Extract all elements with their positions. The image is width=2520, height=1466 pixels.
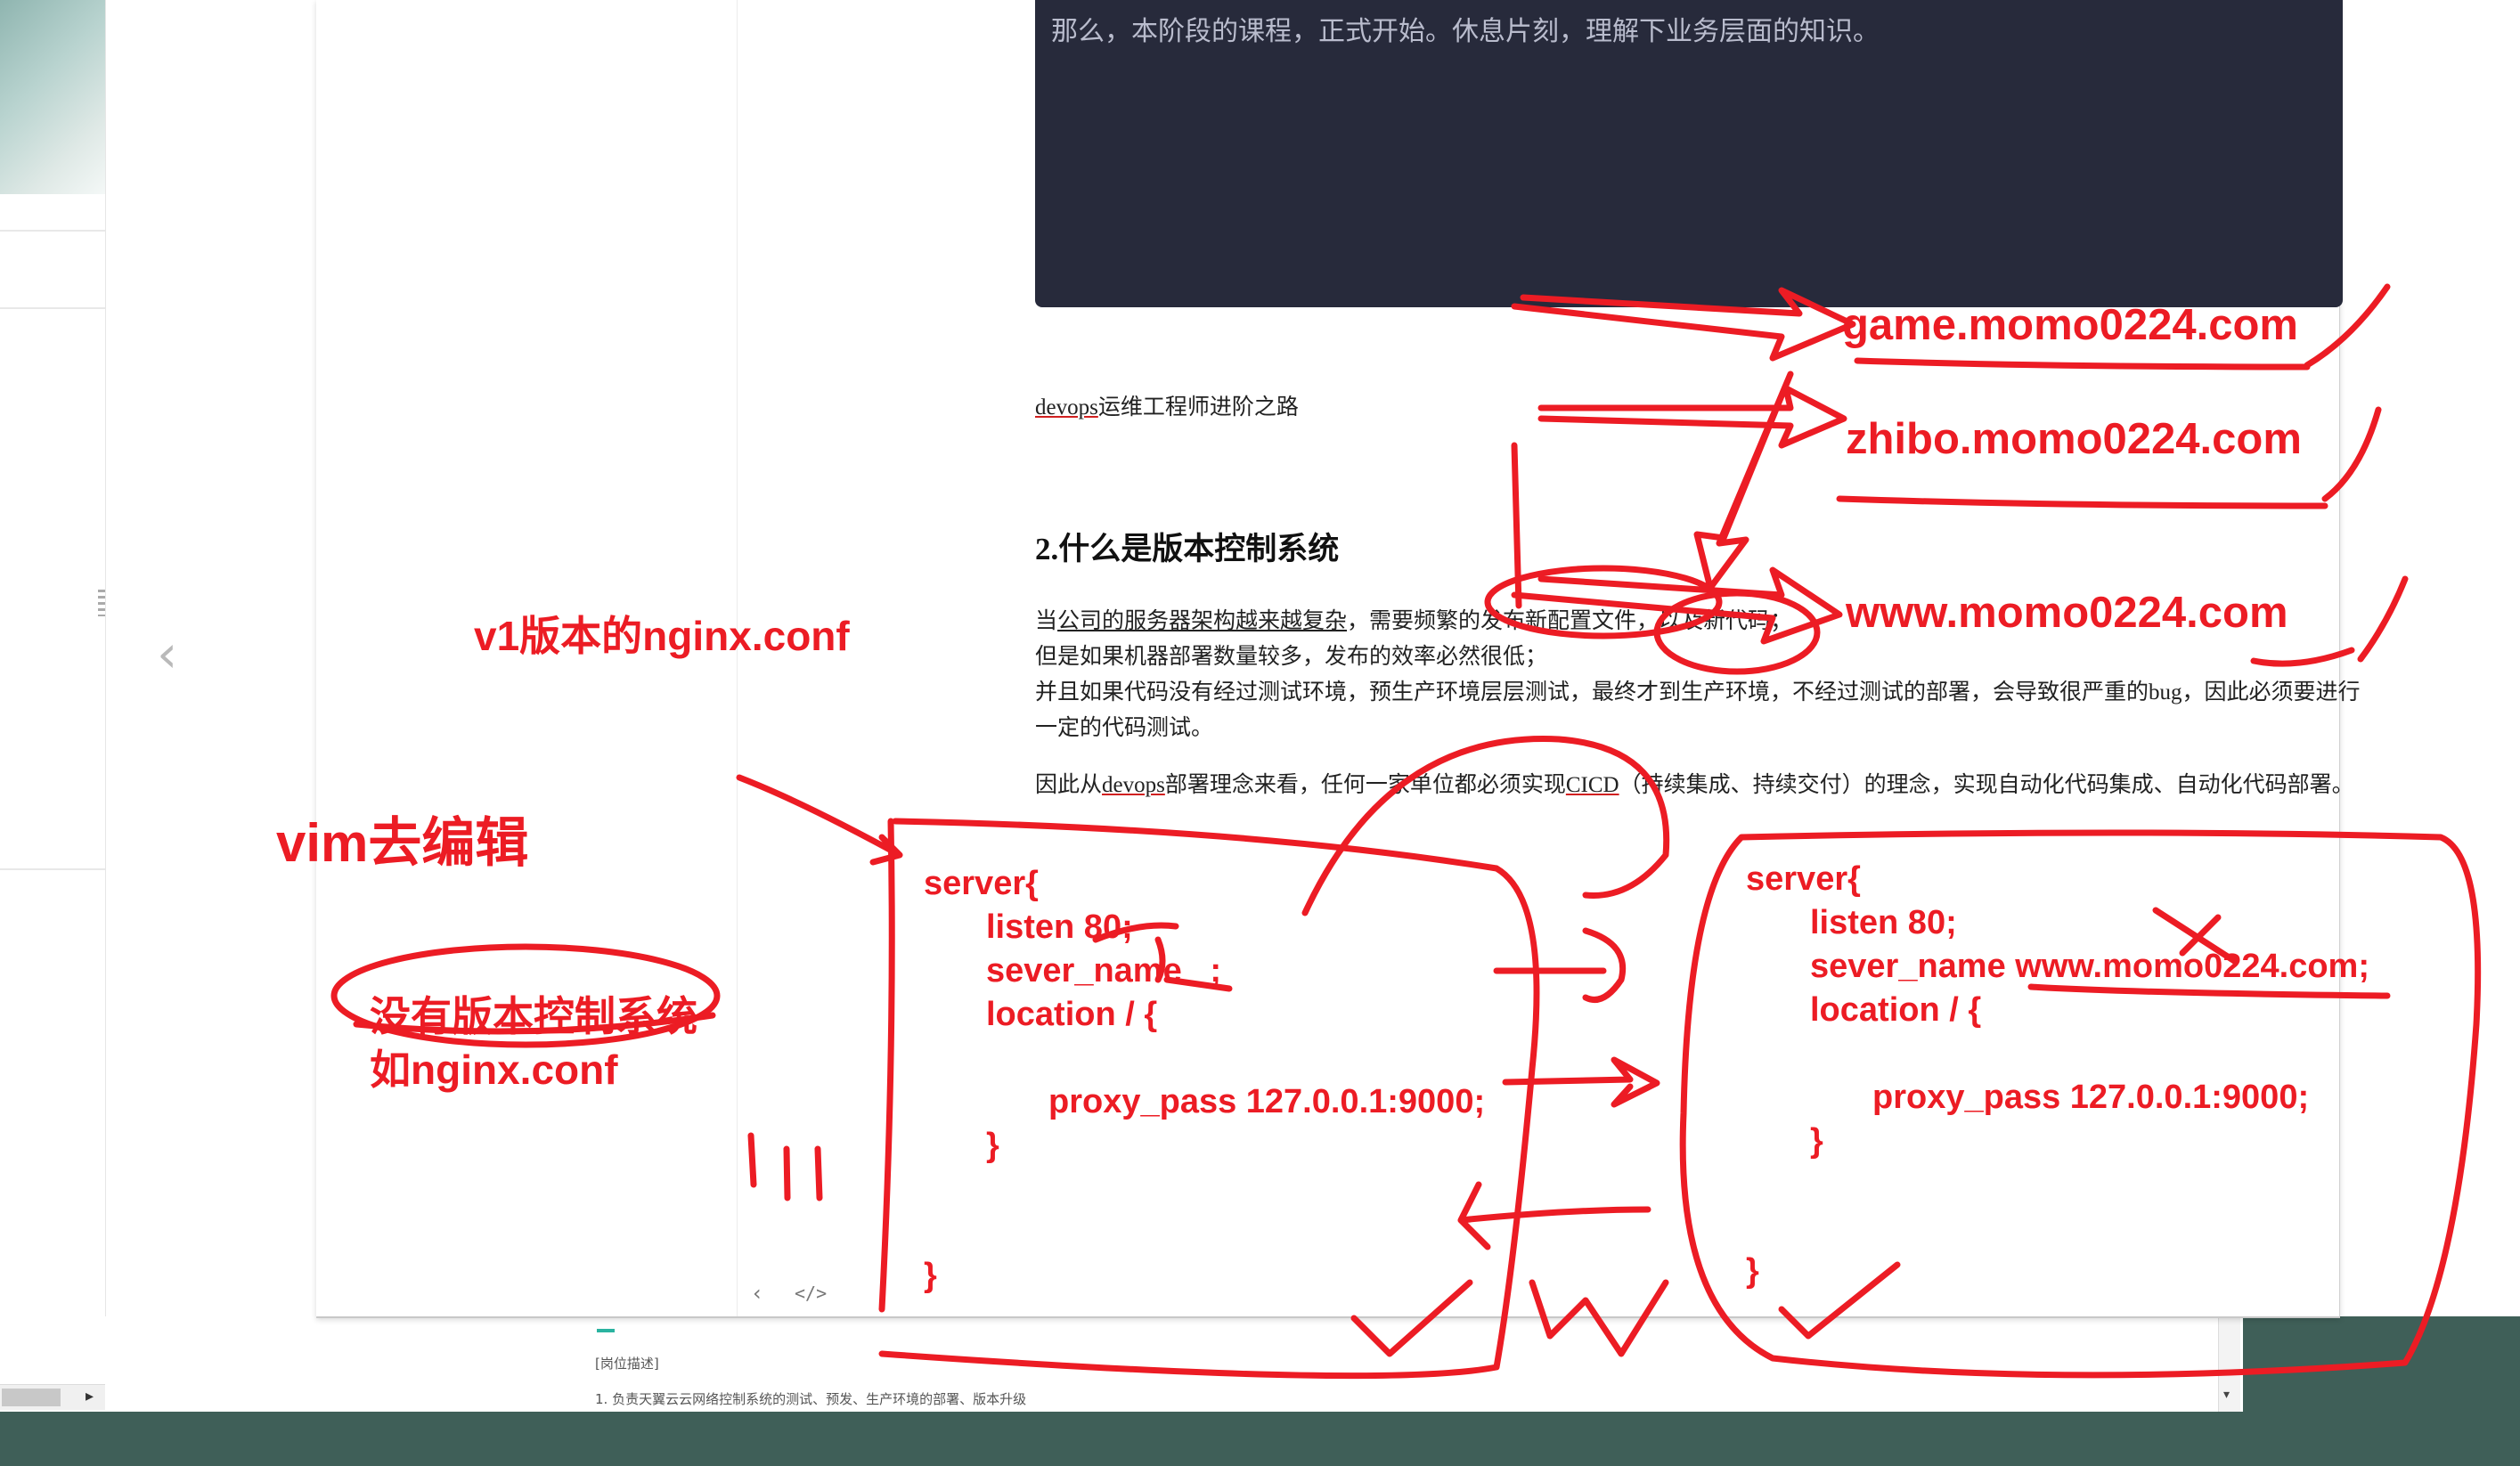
resize-grip-icon[interactable] [98,590,105,616]
scrollbar-thumb[interactable] [2,1389,61,1406]
left-conf-line: server{ [924,865,1039,902]
left-conf-line: sever_name _; [986,952,1222,990]
right-conf-line: } [1810,1122,1823,1160]
accent-bar [597,1329,615,1332]
paragraph-1-underlined: 公司的服务器架构越来越复杂 [1057,609,1348,633]
desktop-background [2243,1316,2520,1414]
job-description-label: [岗位描述] [595,1356,659,1372]
left-thumbnail-image[interactable] [0,0,105,194]
paragraph-4-seg: （持续集成、持续交付）的理念，实现自动化代码集成、自动化代码部署。 [1619,773,2354,797]
devops-line: devops运维工程师进阶之路 [1035,389,1299,421]
left-conf-line: } [924,1257,937,1294]
quote-text: 那么，本阶段的课程，正式开始。休息片刻，理解下业务层面的知识。 [1051,16,1880,47]
job-description-item: 1. 负责天翼云云网络控制系统的测试、预发、生产环境的部署、版本升级 [595,1391,1027,1407]
v1-nginx-conf-label: v1版本的nginx.conf [474,613,850,659]
left-conf-line: listen 80; [986,908,1133,946]
left-conf-line: proxy_pass 127.0.0.1:9000; [1048,1083,1486,1120]
desktop-background [0,1412,2520,1466]
devops-word: devops [1102,773,1165,797]
domain-label-zhibo: zhibo.momo0224.com [1846,415,2302,463]
paragraph-1-seg: 当 [1035,609,1058,633]
paragraph-4: 因此从devops部署理念来看，任何一家单位都必须实现CICD（持续集成、持续交… [1035,767,2354,799]
vim-edit-label: vim去编辑 [276,813,529,873]
paragraph-3-cont: 一定的代码测试。 [1035,716,1214,740]
left-divider [0,868,105,870]
background-page: [岗位描述] 1. 负责天翼云云网络控制系统的测试、预发、生产环境的部署、版本升… [105,1316,2243,1414]
left-divider [0,230,105,232]
paragraph-1-seg: ，需要频繁的发布新配置文件，以及新代码； [1347,609,1793,633]
domain-label-game: game.momo0224.com [1842,301,2298,349]
right-conf-line: } [1746,1252,1759,1290]
domain-label-www: www.momo0224.com [1846,589,2288,637]
left-conf-line: } [986,1127,999,1164]
previous-page-chevron-icon[interactable]: ‹ [157,623,177,684]
example-nginx-label: 如nginx.conf [370,1047,618,1093]
section-heading: 2.什么是版本控制系统 [1035,532,1340,566]
left-divider [0,307,105,309]
paragraph-1: 当公司的服务器架构越来越复杂，需要频繁的发布新配置文件，以及新代码； [1035,603,1792,635]
left-panel [0,0,106,1412]
code-icon[interactable]: </> [795,1283,827,1304]
scroll-right-arrow-icon[interactable]: ▸ [86,1387,94,1405]
right-conf-line: server{ [1746,860,1861,898]
horizontal-scrollbar[interactable]: ▸ [0,1384,105,1410]
vertical-scrollbar[interactable]: ▾ [2218,1316,2240,1414]
devops-word: devops [1035,395,1098,419]
paragraph-3: 并且如果代码没有经过测试环境，预生产环境层层测试，最终才到生产环境，不经过测试的… [1035,680,2361,704]
right-conf-line: sever_name www.momo0224.com; [1810,948,2369,985]
chevron-left-icon[interactable]: ‹ [753,1281,762,1306]
left-conf-line: location / { [986,996,1158,1033]
right-conf-line: proxy_pass 127.0.0.1:9000; [1872,1079,2310,1116]
scroll-down-arrow-icon[interactable]: ▾ [2223,1388,2230,1402]
paragraph-4-seg: 因此从 [1035,773,1103,797]
right-conf-line: location / { [1810,991,1982,1029]
right-conf-line: listen 80; [1810,904,1957,941]
paragraph-4-seg: 部署理念来看，任何一家单位都必须实现 [1164,773,1566,797]
cicd-word: CICD [1565,773,1619,797]
paragraph-2: 但是如果机器部署数量较多，发布的效率必然很低； [1035,645,1548,669]
no-vcs-label: 没有版本控制系统 [370,993,697,1039]
devops-line-rest: 运维工程师进阶之路 [1097,395,1299,419]
